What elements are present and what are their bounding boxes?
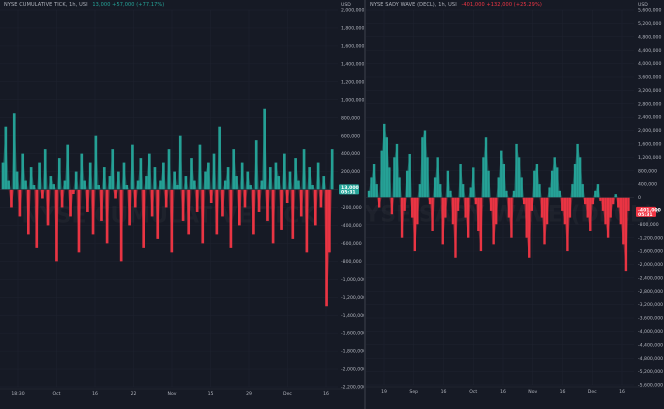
- y-tick-label: -2,000,000: [638, 262, 663, 268]
- y-tick-label: -3,600,000: [638, 316, 663, 322]
- y-tick-label: -1,200,000: [341, 295, 364, 301]
- x-tick-label: 19: [381, 389, 387, 395]
- time-axis: 18:30 Oct 16 22 Nov 15 29 Dec 16: [0, 388, 364, 397]
- x-tick-label: Oct: [469, 389, 477, 395]
- y-tick-label: 1,800,000: [341, 26, 364, 32]
- y-tick-label: 5,200,000: [638, 21, 661, 27]
- price-badge: 13,00005:31: [339, 184, 359, 195]
- y-tick-label: -2,000,000: [341, 367, 364, 373]
- y-tick-label: 1,400,000: [341, 61, 364, 67]
- price-axis: USD5,600,000 5,200,000 4,800,000 4,400,000 4…: [638, 2, 663, 389]
- y-tick-label: 5,600,000: [638, 8, 661, 14]
- y-tick-label: 2,000,000: [638, 128, 661, 134]
- y-tick-label: -1,400,000: [341, 313, 364, 319]
- right-legend-values: -401,000 +132,000 (+25.29%): [461, 2, 542, 8]
- y-tick-label: -2,800,000: [638, 289, 663, 295]
- left-chart-canvas[interactable]: NYSE CUMULATIVE TICKUSD2,000,0001,800,00…: [0, 0, 364, 409]
- y-tick-label: -5,200,000: [638, 369, 663, 375]
- y-tick-label: -1,000,000: [341, 277, 364, 283]
- y-tick-label: 1,600,000: [638, 142, 661, 148]
- y-tick-label: -800,000: [341, 259, 362, 265]
- y-tick-label: 3,600,000: [638, 75, 661, 81]
- area-positive: [3, 108, 333, 190]
- y-tick-label: 2,800,000: [638, 101, 661, 107]
- y-tick-label: -4,400,000: [638, 342, 663, 348]
- right-legend: NYSE SADY WAVE (DECL), 1h, USI -401,000 …: [370, 2, 542, 8]
- price-axis: USD2,000,000 1,800,000 1,600,000 1,400,000 1…: [341, 2, 364, 391]
- x-tick-label: 16: [500, 389, 506, 395]
- y-tick-label: 0: [638, 195, 641, 201]
- x-tick-label: 16: [441, 389, 447, 395]
- y-tick-label: 2,000,000: [341, 8, 364, 14]
- price-badge: -401,00005:31: [636, 206, 661, 218]
- right-legend-name: NYSE SADY WAVE (DECL), 1h, USI: [370, 2, 457, 8]
- y-tick-label: -600,000: [341, 241, 362, 247]
- right-chart-pane[interactable]: NYSE SADY WAVE (DECL)USD5,600,0005,200,0…: [366, 0, 664, 409]
- x-tick-label: 16: [619, 389, 625, 395]
- x-tick-label: Dec: [283, 391, 292, 397]
- y-tick-label: 400,000: [638, 182, 657, 188]
- y-tick-label: -4,800,000: [638, 356, 663, 362]
- y-tick-label: -400,000: [341, 223, 362, 229]
- y-tick-label: -800,000: [638, 222, 659, 228]
- y-tick-label: 1,000,000: [341, 97, 364, 103]
- y-tick-label: 1,200,000: [341, 79, 364, 85]
- currency-label: USD: [638, 2, 648, 8]
- x-tick-label: Nov: [528, 389, 537, 395]
- y-tick-label: 400,000: [341, 151, 360, 157]
- y-tick-label: -1,200,000: [638, 235, 663, 241]
- x-tick-label: 18:30: [11, 391, 24, 397]
- x-tick-label: 16: [323, 391, 329, 397]
- y-tick-label: 4,800,000: [638, 34, 661, 40]
- x-tick-label: Nov: [168, 391, 177, 397]
- y-tick-label: 3,200,000: [638, 88, 661, 94]
- y-tick-label: -4,000,000: [638, 329, 663, 335]
- left-chart-pane[interactable]: NYSE CUMULATIVE TICK USD 2,000,000 1,800,00…: [0, 0, 364, 409]
- x-tick-label: 29: [246, 391, 252, 397]
- x-tick-label: Sep: [409, 389, 418, 395]
- x-tick-label: 15: [208, 391, 214, 397]
- left-legend-values: 13,000 +57,000 (+77.17%): [92, 2, 165, 8]
- y-tick-label: 200,000: [341, 169, 360, 175]
- currency-label: USD: [341, 2, 351, 8]
- y-tick-label: 1,200,000: [638, 155, 661, 161]
- left-legend-name: NYSE CUMULATIVE TICK, 1h, USI: [4, 2, 88, 8]
- y-tick-label: -1,800,000: [341, 349, 364, 355]
- x-tick-label: 16: [92, 391, 98, 397]
- y-tick-label: 4,000,000: [638, 61, 661, 67]
- x-tick-label: 22: [131, 391, 137, 397]
- y-tick-label: -1,600,000: [341, 331, 364, 337]
- y-tick-label: -5,600,000: [638, 383, 663, 389]
- right-chart-canvas[interactable]: NYSE SADY WAVE (DECL)USD5,600,0005,200,0…: [366, 0, 664, 409]
- x-tick-label: 16: [560, 389, 566, 395]
- y-tick-label: 800,000: [638, 168, 657, 174]
- left-legend: NYSE CUMULATIVE TICK, 1h, USI 13,000 +57…: [4, 2, 164, 8]
- x-tick-label: Oct: [53, 391, 61, 397]
- y-tick-label: 2,400,000: [638, 115, 661, 121]
- x-tick-label: Dec: [588, 389, 597, 395]
- y-tick-label: -2,200,000: [341, 385, 364, 391]
- y-tick-label: -3,200,000: [638, 302, 663, 308]
- price-badge-time: 05:31: [638, 212, 653, 218]
- price-badge-time: 05:31: [341, 189, 356, 195]
- y-tick-label: 4,400,000: [638, 48, 661, 54]
- y-tick-label: 800,000: [341, 115, 360, 121]
- y-tick-label: 1,600,000: [341, 44, 364, 50]
- time-axis: 19 Sep 16 Oct 16 Nov 16 Dec 16: [366, 386, 664, 395]
- y-tick-label: 600,000: [341, 133, 360, 139]
- y-tick-label: -1,600,000: [638, 249, 663, 255]
- area-positive: [369, 123, 629, 198]
- y-tick-label: -200,000: [341, 205, 362, 211]
- y-tick-label: -2,400,000: [638, 275, 663, 281]
